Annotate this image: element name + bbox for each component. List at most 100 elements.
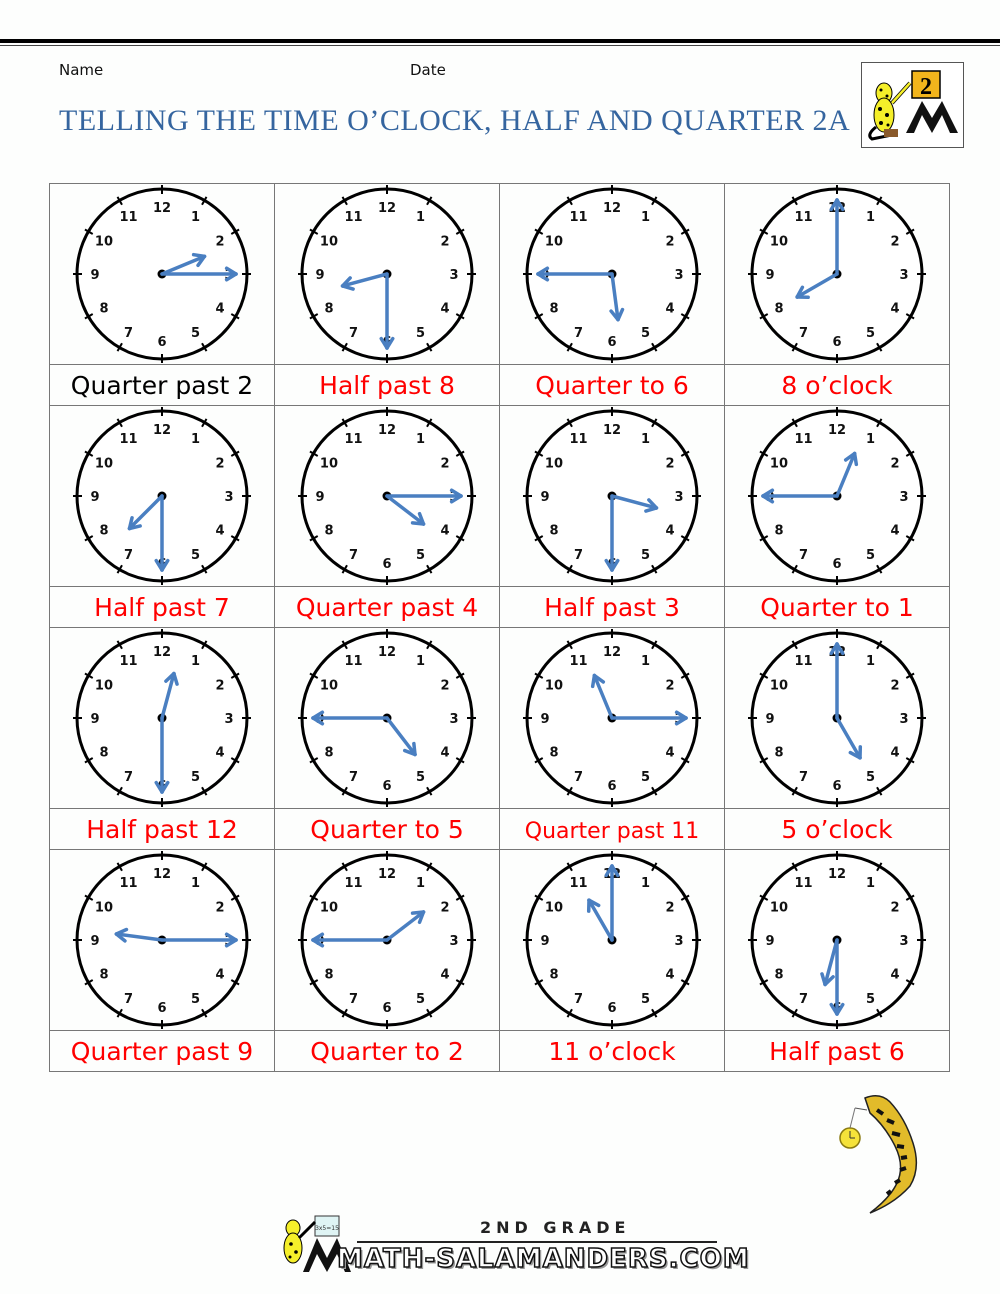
clock-number: 7 [574,326,583,341]
clock-number: 7 [124,326,133,341]
clock-number: 7 [574,548,583,563]
clock-number: 8 [99,968,108,983]
time-caption: Quarter to 5 [310,814,464,844]
clock-number: 11 [794,432,812,447]
clock-number: 4 [891,968,900,983]
clock-number: 11 [119,654,137,669]
example-caption-cell: Quarter past 2 [48,364,276,406]
clock-number: 11 [794,210,812,225]
answer-caption-cell: Quarter to 6 [499,364,725,406]
clock-number: 4 [891,746,900,761]
clock-number: 3 [449,712,458,727]
clock-number: 10 [320,235,338,250]
clock-number: 5 [191,548,200,563]
clock-cell: 121234567891011 [499,627,725,809]
clock-number: 12 [603,423,621,438]
clock-number: 11 [344,876,362,891]
clock-number: 4 [216,746,225,761]
clock-number: 10 [95,901,113,916]
clock-cell: 121234567891011 [48,849,276,1031]
footer-site-name: MATH-SALAMANDERS.COM [336,1243,750,1275]
board-text: 3x5=15 [315,1225,339,1232]
clock-face: 121234567891011 [748,851,926,1029]
clock-number: 4 [216,524,225,539]
clock-number: 9 [540,934,549,949]
clock-number: 1 [866,876,875,891]
clock-number: 11 [569,432,587,447]
clock-face: 121234567891011 [748,629,926,807]
clock-cell: 121234567891011 [274,627,501,809]
clock-number: 11 [569,876,587,891]
clock-number: 9 [315,268,324,283]
clock-number: 9 [765,268,774,283]
clock-number: 2 [666,679,675,694]
clock-number: 1 [866,210,875,225]
clock-number: 8 [324,968,333,983]
clock-number: 3 [224,712,233,727]
clock-cell: 121234567891011 [724,627,950,809]
footer-divider [357,1241,717,1243]
clock-face: 121234567891011 [298,185,477,363]
clock-number: 1 [191,432,200,447]
clock-number: 7 [349,992,358,1007]
clock-number: 4 [441,746,450,761]
clock-number: 2 [891,235,900,250]
clock-face: 121234567891011 [523,407,702,585]
time-caption: Quarter past 2 [70,370,254,400]
clock-cell: 121234567891011 [499,849,725,1031]
clock-face: 121234567891011 [73,407,251,585]
time-caption: Quarter to 6 [535,370,689,400]
grade-logo: 2 [861,62,964,148]
clock-number: 8 [774,524,783,539]
clock-number: 5 [641,992,650,1007]
clock-number: 12 [603,201,621,216]
clock-number: 12 [153,867,171,882]
clock-number: 12 [153,423,171,438]
clock-number: 7 [799,770,808,785]
clock-number: 10 [770,679,788,694]
clock-number: 12 [153,645,171,660]
clock-number: 1 [191,654,200,669]
top-rule [0,39,1000,43]
clock-number: 5 [416,770,425,785]
clock-number: 8 [324,746,333,761]
clock-number: 8 [324,524,333,539]
clock-number: 10 [770,457,788,472]
answer-caption-cell: Quarter past 9 [48,1030,276,1072]
clock-face: 121234567891011 [298,407,477,585]
clock-number: 11 [344,210,362,225]
time-caption: Half past 7 [94,592,230,622]
clock-number: 7 [574,770,583,785]
clock-number: 5 [866,548,875,563]
clock-number: 6 [607,1001,616,1016]
clock-number: 4 [216,968,225,983]
clock-number: 2 [666,235,675,250]
answer-caption-cell: Half past 3 [499,586,725,628]
clock-number: 1 [191,876,200,891]
clock-number: 9 [540,490,549,505]
caption-row: Quarter past 9 Quarter to 2 11 o’clock Half… [48,1030,950,1072]
clock-number: 8 [549,968,558,983]
clock-number: 3 [899,490,908,505]
clock-number: 8 [549,302,558,317]
time-caption: Quarter to 1 [760,592,914,622]
clock-number: 3 [899,934,908,949]
clock-number: 7 [799,992,808,1007]
clock-number: 6 [832,557,841,572]
clock-number: 10 [770,901,788,916]
salamander-with-clock-illustration [835,1088,965,1218]
time-caption: 5 o’clock [781,814,893,844]
clock-row: 1212345678910111212345678910111212345678… [48,405,950,587]
clock-face: 121234567891011 [73,851,251,1029]
clock-face: 121234567891011 [523,851,702,1029]
time-caption: Half past 6 [769,1036,905,1066]
clock-number: 12 [378,645,396,660]
clock-number: 4 [441,524,450,539]
clock-number: 1 [416,432,425,447]
clock-number: 2 [216,235,225,250]
clock-number: 5 [866,770,875,785]
clock-number: 1 [866,654,875,669]
clock-face: 121234567891011 [523,185,702,363]
clock-number: 6 [607,779,616,794]
clock-number: 7 [349,326,358,341]
